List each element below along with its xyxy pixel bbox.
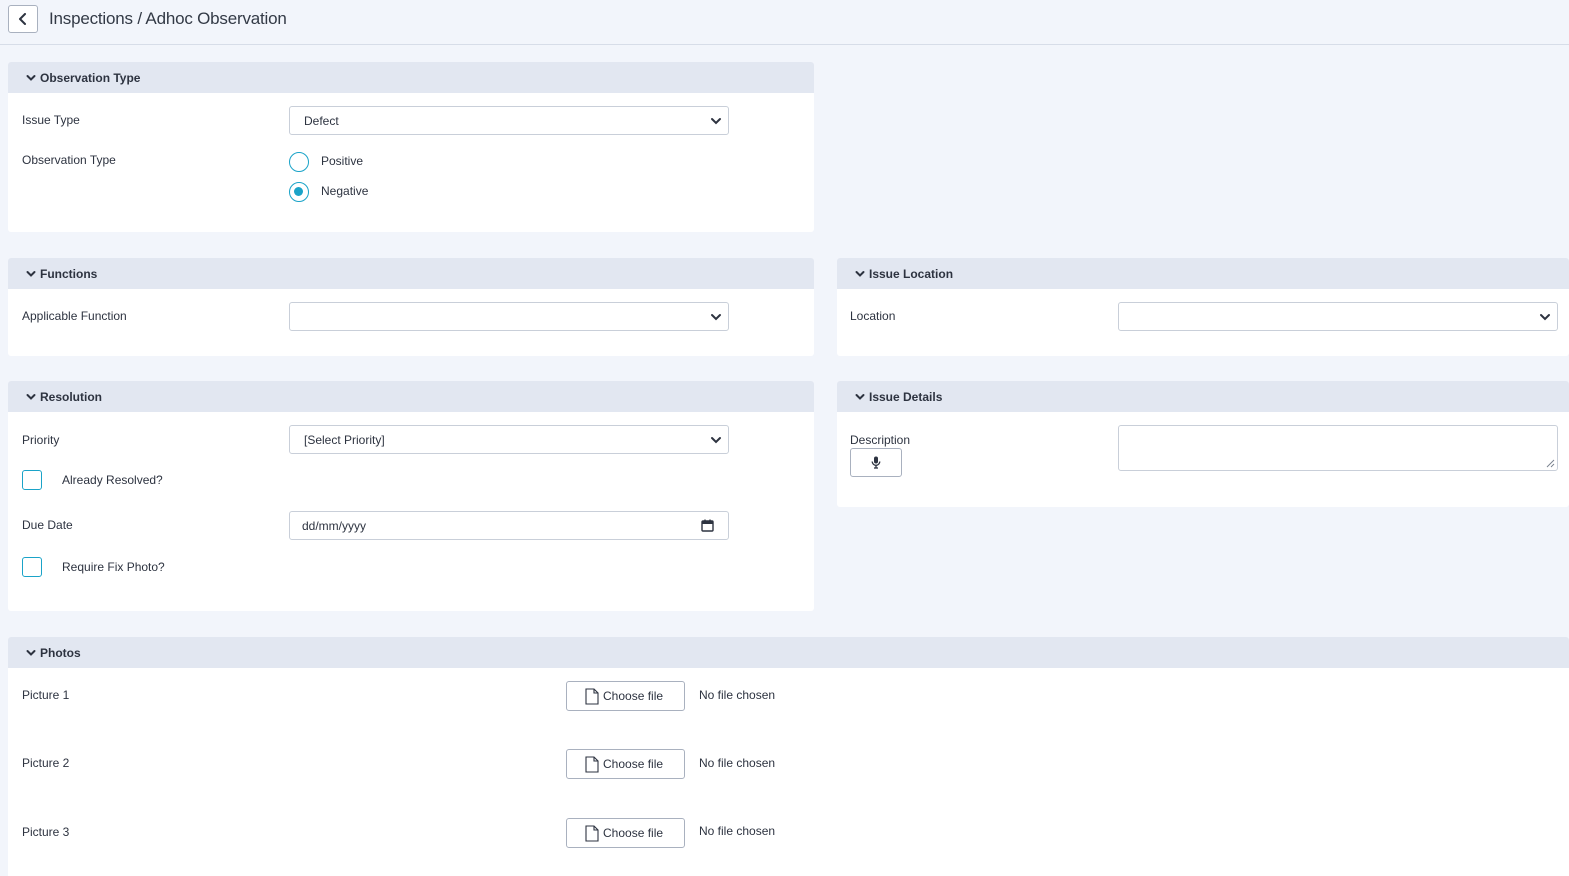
picture-3-choose-file-button[interactable]: Choose file [566,818,685,848]
chevron-down-icon [855,393,865,400]
issue-details-panel: Issue Details Description [837,381,1569,507]
choose-file-label: Choose file [603,826,664,840]
chevron-down-icon [711,314,721,321]
issue-type-select[interactable]: Defect [289,106,729,135]
chevron-down-icon [26,74,36,81]
choose-file-label: Choose file [603,757,664,771]
resize-handle-icon[interactable] [1546,459,1555,468]
negative-radio-label: Negative [321,184,369,198]
panel-title: Observation Type [40,70,141,85]
panel-title: Functions [40,266,98,281]
due-date-placeholder: dd/mm/yyyy [302,518,367,533]
panel-title: Resolution [40,389,102,404]
photos-panel: Photos Picture 1 Choose file No file cho… [8,637,1569,876]
due-date-input[interactable]: dd/mm/yyyy [289,511,729,540]
chevron-left-icon [19,13,26,25]
photos-panel-header[interactable]: Photos [8,637,1569,668]
chevron-down-icon [26,649,36,656]
chevron-down-icon [711,437,721,444]
page-title: Inspections / Adhoc Observation [49,9,287,28]
priority-label: Priority [22,433,60,447]
applicable-function-select[interactable] [289,302,729,331]
applicable-function-label: Applicable Function [22,309,127,323]
picture-1-label: Picture 1 [22,688,70,702]
picture-2-choose-file-button[interactable]: Choose file [566,749,685,779]
page-header: Inspections / Adhoc Observation [0,0,1569,45]
positive-radio-label: Positive [321,154,364,168]
resolution-panel-header[interactable]: Resolution [8,381,814,412]
priority-select[interactable]: [Select Priority] [289,425,729,454]
observation-type-label: Observation Type [22,153,116,167]
picture-2-label: Picture 2 [22,756,70,770]
issue-location-panel: Issue Location Location [837,258,1569,356]
picture-3-label: Picture 3 [22,825,70,839]
observation-type-panel-header[interactable]: Observation Type [8,62,814,93]
negative-radio[interactable] [289,182,309,202]
due-date-label: Due Date [22,518,73,532]
priority-value: [Select Priority] [304,432,385,447]
already-resolved-label: Already Resolved? [62,473,163,487]
choose-file-label: Choose file [603,689,664,703]
panel-title: Issue Location [869,266,954,281]
issue-location-panel-header[interactable]: Issue Location [837,258,1569,289]
require-fix-photo-label: Require Fix Photo? [62,560,165,574]
require-fix-photo-checkbox[interactable] [22,557,42,577]
chevron-down-icon [855,270,865,277]
chevron-down-icon [26,393,36,400]
location-select[interactable] [1118,302,1558,331]
description-textarea[interactable] [1118,425,1558,471]
file-icon [585,824,599,842]
issue-type-label: Issue Type [22,113,80,127]
picture-1-status: No file chosen [699,688,776,702]
picture-2-status: No file chosen [699,756,776,770]
functions-panel-header[interactable]: Functions [8,258,814,289]
microphone-icon [871,456,881,469]
file-icon [585,687,599,705]
already-resolved-checkbox[interactable] [22,470,42,490]
functions-panel: Functions Applicable Function [8,258,814,356]
voice-input-button[interactable] [850,448,902,477]
positive-radio[interactable] [289,152,309,172]
resolution-panel: Resolution Priority [Select Priority] Al… [8,381,814,611]
panel-title: Issue Details [869,389,943,404]
issue-details-panel-header[interactable]: Issue Details [837,381,1569,412]
calendar-icon[interactable] [701,519,714,532]
file-icon [585,755,599,773]
issue-type-value: Defect [304,113,339,128]
location-label: Location [850,309,896,323]
observation-type-panel: Observation Type Issue Type Defect Obser… [8,62,814,232]
picture-3-status: No file chosen [699,824,776,838]
back-button[interactable] [8,5,38,33]
picture-1-choose-file-button[interactable]: Choose file [566,681,685,711]
chevron-down-icon [1540,314,1550,321]
chevron-down-icon [26,270,36,277]
chevron-down-icon [711,118,721,125]
panel-title: Photos [40,645,81,660]
description-label: Description [850,433,911,447]
